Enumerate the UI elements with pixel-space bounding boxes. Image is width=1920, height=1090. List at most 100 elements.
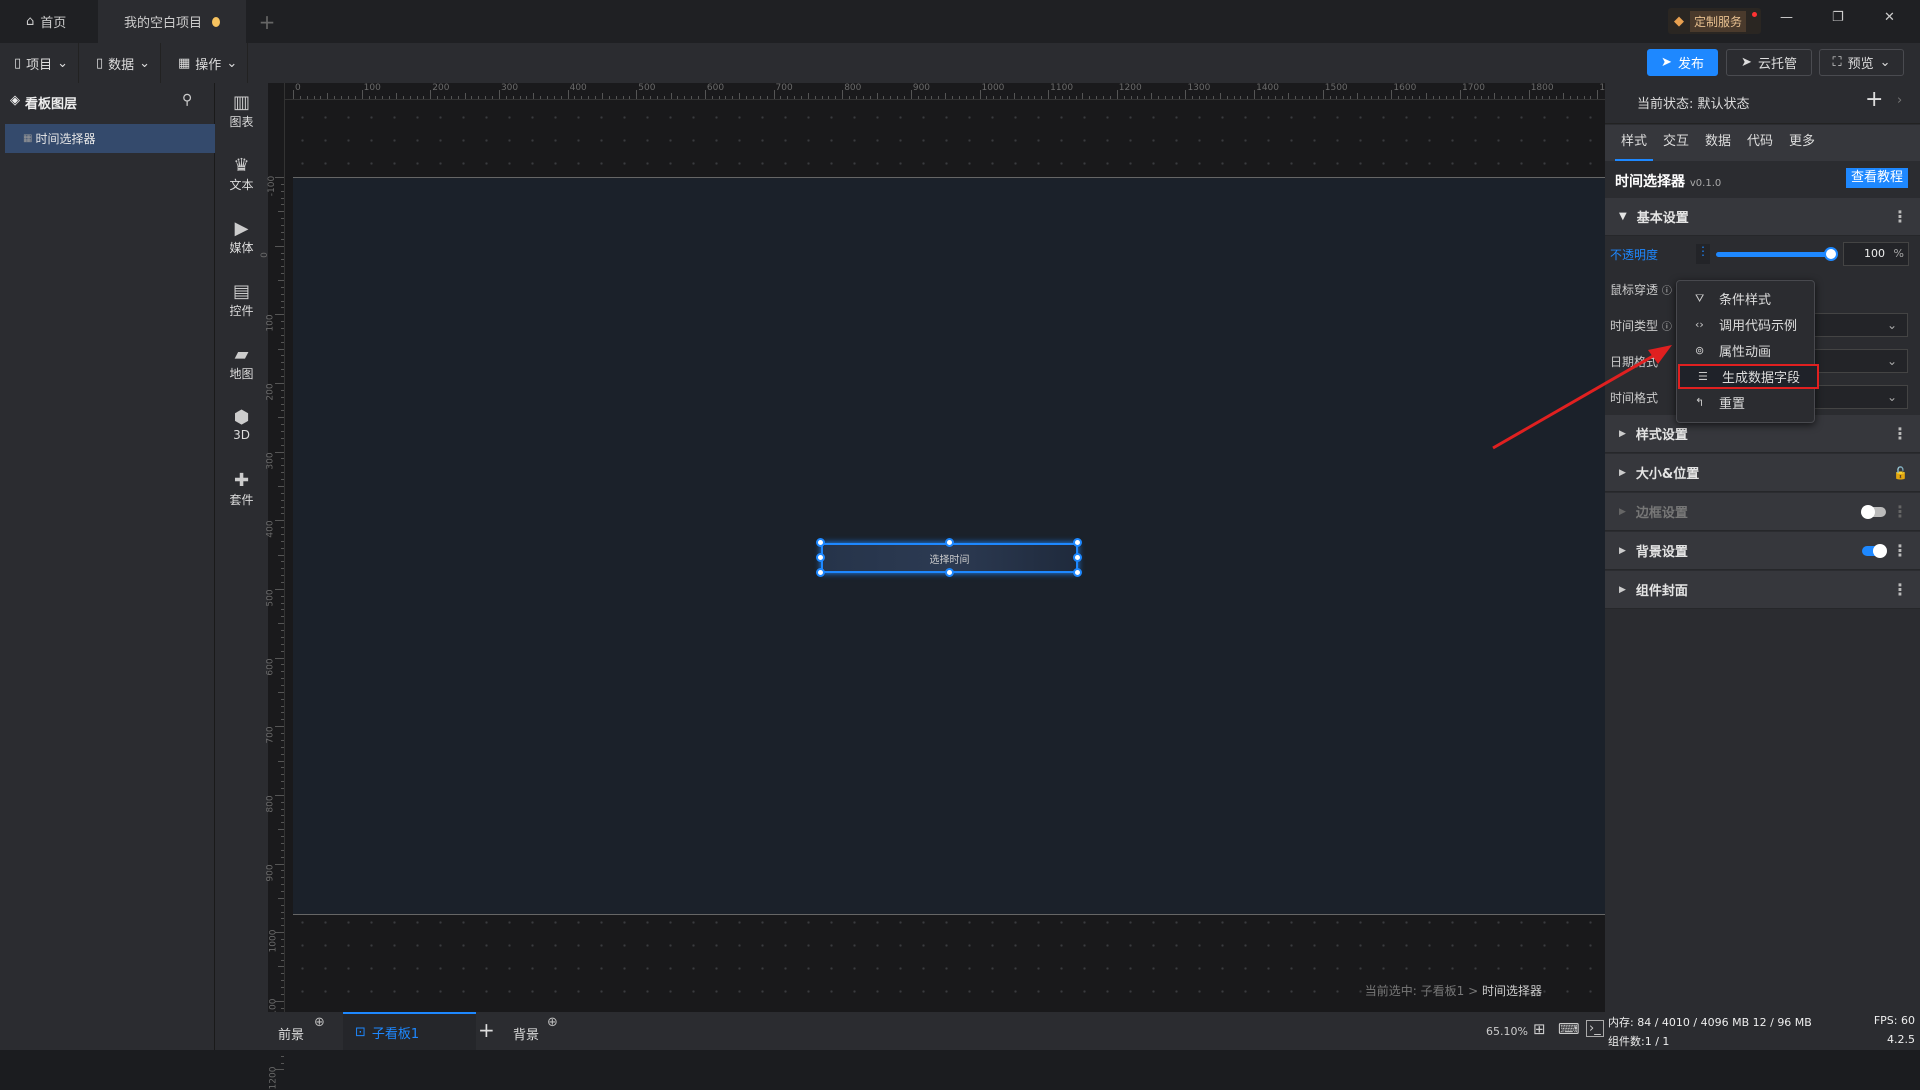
component-map[interactable]: ▰ 地图	[215, 345, 268, 382]
zoom-level[interactable]: 65.10%	[1486, 1025, 1528, 1038]
menu-item[interactable]: ☰ 生成数据字段	[1678, 364, 1819, 389]
tab-foreground[interactable]: 前景	[278, 1024, 304, 1043]
fps-status: FPS: 60	[1873, 1014, 1915, 1027]
tab-subboard[interactable]: ⊡ 子看板1	[343, 1012, 476, 1050]
panel-tab[interactable]: 数据	[1699, 125, 1737, 161]
fit-screen-icon[interactable]: ⊞	[1533, 1020, 1546, 1038]
add-tab-button[interactable]: +	[252, 0, 282, 43]
panel-tab[interactable]: 交互	[1657, 125, 1695, 161]
resize-handle[interactable]	[945, 568, 954, 577]
component-kit[interactable]: ✚ 套件	[215, 471, 268, 508]
component-chart[interactable]: ▥ 图表	[215, 93, 268, 130]
ruler-tick	[787, 96, 789, 99]
tab-home[interactable]: ⌂ 首页	[0, 0, 98, 43]
publish-button[interactable]: ➤ 发布	[1647, 49, 1718, 76]
restore-button[interactable]: ❐	[1832, 10, 1844, 25]
menu-item[interactable]: ⊚ 属性动画	[1677, 338, 1814, 363]
add-circle-icon[interactable]: ⊕	[547, 1015, 558, 1030]
ruler-tick	[1302, 96, 1304, 99]
ruler-tick	[1514, 96, 1516, 99]
resize-handle[interactable]	[1073, 538, 1082, 547]
resize-handle[interactable]	[1073, 568, 1082, 577]
ruler-tick	[341, 96, 343, 99]
ruler-tick	[416, 96, 418, 99]
opacity-slider[interactable]	[1716, 247, 1838, 261]
data-menu[interactable]: ▯ 数据 ⌄	[86, 43, 162, 83]
resize-handle[interactable]	[945, 538, 954, 547]
tab-project[interactable]: 我的空白项目	[98, 0, 246, 43]
section-item[interactable]: ▶ 组件封面 ⋮	[1605, 571, 1920, 609]
project-menu[interactable]: ▯ 项目 ⌄	[4, 43, 80, 83]
ruler-label: 300	[500, 83, 519, 93]
ruler-label: 0	[259, 251, 270, 258]
more-vertical-icon[interactable]: ⋮	[1892, 207, 1908, 226]
view-tutorial-button[interactable]: 查看教程	[1846, 168, 1908, 188]
ruler-label: 600	[265, 657, 276, 676]
close-button[interactable]: ✕	[1884, 10, 1895, 25]
ruler-tick	[281, 733, 284, 735]
section-item[interactable]: ▶ 边框设置 ⋮	[1605, 493, 1920, 531]
ruler-tick	[945, 93, 947, 99]
custom-service-button[interactable]: ◆ 定制服务	[1668, 8, 1761, 34]
preview-button[interactable]: ⛶ 预览 ⌄	[1819, 49, 1904, 76]
ruler-tick	[278, 897, 284, 899]
more-vertical-icon[interactable]: ⋮	[1892, 502, 1908, 521]
tab-background[interactable]: 背景	[513, 1024, 539, 1043]
ruler-tick	[1528, 90, 1530, 99]
layer-item[interactable]: ▦ 时间选择器	[5, 124, 215, 153]
ruler-tick	[281, 499, 284, 501]
ruler-label: 1600	[1393, 83, 1417, 93]
ruler-tick	[313, 96, 315, 99]
more-vertical-icon[interactable]: ⋮	[1892, 541, 1908, 560]
menu-item[interactable]: ⛛ 条件样式	[1677, 286, 1814, 311]
time-format-select[interactable]: ⌄	[1810, 385, 1908, 409]
toggle-switch[interactable]	[1862, 544, 1887, 558]
panel-tab[interactable]: 样式	[1615, 125, 1654, 161]
more-vertical-icon[interactable]: ⋮	[1892, 580, 1908, 599]
ruler-tick	[278, 966, 284, 968]
menu-item[interactable]: ↰ 重置	[1677, 390, 1814, 415]
resize-handle[interactable]	[816, 568, 825, 577]
terminal-icon[interactable]: ›_	[1586, 1020, 1604, 1037]
ruler-tick	[890, 96, 892, 99]
ruler-tick	[281, 396, 284, 398]
panel-tab[interactable]: 代码	[1741, 125, 1779, 161]
component-media[interactable]: ▶ 媒体	[215, 219, 268, 256]
menu-item[interactable]: ‹› 调用代码示例	[1677, 312, 1814, 337]
resize-handle[interactable]	[816, 538, 825, 547]
opacity-input[interactable]: 100%	[1843, 242, 1909, 266]
toggle-switch[interactable]	[1861, 505, 1886, 519]
lock-icon[interactable]: 🔓	[1893, 466, 1908, 480]
date-format-select[interactable]: ⌄	[1810, 349, 1908, 373]
minimize-button[interactable]: —	[1780, 10, 1793, 25]
add-board-button[interactable]: +	[478, 1018, 495, 1042]
component-text[interactable]: ♛ 文本	[215, 156, 268, 193]
time-type-select[interactable]: ⌄	[1810, 313, 1908, 337]
ruler-tick	[281, 355, 284, 357]
resize-handle[interactable]	[1073, 553, 1082, 562]
ruler-tick	[1123, 96, 1125, 99]
more-vertical-icon[interactable]: ⋮	[1892, 424, 1908, 443]
ruler-tick	[275, 726, 284, 728]
component-cube[interactable]: ⬢ 3D	[215, 408, 268, 443]
ruler-tick	[281, 403, 284, 405]
ruler-tick	[281, 774, 284, 776]
cloud-host-button[interactable]: ➤ 云托管	[1726, 49, 1812, 76]
keyboard-icon[interactable]: ⌨	[1558, 1020, 1580, 1038]
component-control[interactable]: ▤ 控件	[215, 282, 268, 319]
add-state-button[interactable]: +	[1865, 87, 1883, 112]
add-circle-icon[interactable]: ⊕	[314, 1015, 325, 1030]
resize-handle[interactable]	[816, 553, 825, 562]
search-icon[interactable]: ⚲	[182, 92, 192, 108]
operate-menu[interactable]: ▦ 操作 ⌄	[168, 43, 249, 83]
ruler-tick	[1309, 96, 1311, 99]
section-item[interactable]: ▶ 背景设置 ⋮	[1605, 532, 1920, 570]
panel-tab[interactable]: 更多	[1783, 125, 1821, 161]
section-basic[interactable]: ▼ 基本设置 ⋮	[1605, 198, 1920, 236]
ruler-tick	[1061, 96, 1063, 99]
more-vertical-icon[interactable]: ⋮	[1696, 244, 1710, 264]
ruler-tick	[595, 96, 597, 99]
chevron-right-icon[interactable]: ›	[1897, 93, 1902, 108]
ruler-tick	[855, 96, 857, 99]
ruler-tick	[281, 561, 284, 563]
